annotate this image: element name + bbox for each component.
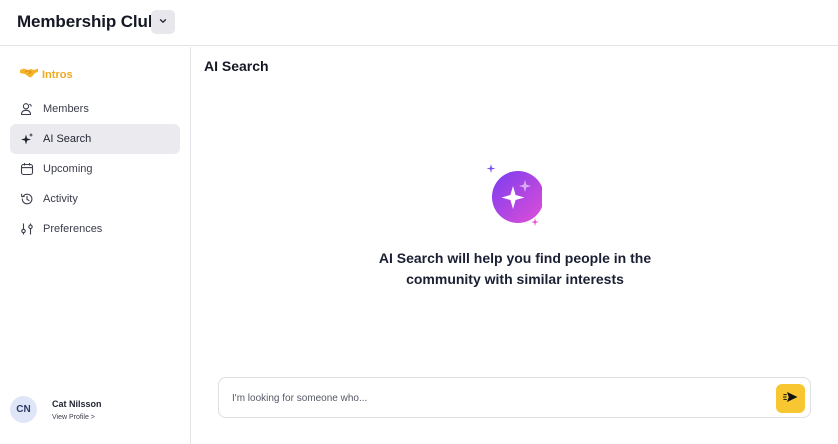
- club-dropdown-button[interactable]: [151, 10, 175, 34]
- sidebar-item-upcoming[interactable]: Upcoming: [10, 154, 180, 184]
- members-icon: [19, 102, 34, 117]
- calendar-icon: [19, 162, 34, 177]
- sidebar-item-label: Upcoming: [43, 163, 93, 175]
- sidebar-item-ai-search[interactable]: AI Search: [10, 124, 180, 154]
- hero-line-1: AI Search will help you find people in t…: [378, 250, 652, 266]
- view-profile-link[interactable]: View Profile >: [52, 414, 102, 421]
- search-box: [218, 377, 811, 418]
- avatar: CN: [10, 396, 37, 423]
- sidebar: Intros Members AI Search Upcoming Activi…: [0, 47, 191, 444]
- hero-description: AI Search will help you find people in t…: [192, 248, 838, 290]
- brand[interactable]: Intros: [19, 66, 73, 84]
- sliders-icon: [19, 222, 34, 237]
- user-profile[interactable]: CN Cat Nilsson View Profile >: [10, 396, 102, 423]
- ai-sparkle-icon: [482, 162, 544, 232]
- main-content: AI Search AI Search will help you find p…: [192, 47, 838, 444]
- sidebar-item-label: Activity: [43, 193, 78, 205]
- page-title: AI Search: [204, 58, 269, 74]
- history-icon: [19, 192, 34, 207]
- handshake-icon: [19, 66, 39, 84]
- send-icon: [782, 390, 799, 407]
- profile-name: Cat Nilsson: [52, 398, 102, 409]
- sidebar-item-members[interactable]: Members: [10, 94, 180, 124]
- brand-label: Intros: [42, 69, 73, 81]
- sidebar-item-label: AI Search: [43, 133, 92, 145]
- sidebar-item-activity[interactable]: Activity: [10, 184, 180, 214]
- hero-line-2: community with similar interests: [406, 271, 624, 287]
- sidebar-item-preferences[interactable]: Preferences: [10, 214, 180, 244]
- sidebar-item-label: Preferences: [43, 223, 103, 235]
- profile-text: Cat Nilsson View Profile >: [52, 399, 102, 421]
- app-title: Membership Club: [17, 12, 159, 31]
- sidebar-item-label: Members: [43, 103, 89, 115]
- search-input[interactable]: [232, 388, 762, 408]
- top-bar: Membership Club: [0, 0, 838, 46]
- send-button[interactable]: [776, 384, 805, 413]
- chevron-down-icon: [158, 13, 168, 31]
- sparkle-icon: [19, 132, 34, 147]
- sidebar-nav: Members AI Search Upcoming Activity Pref…: [10, 94, 180, 244]
